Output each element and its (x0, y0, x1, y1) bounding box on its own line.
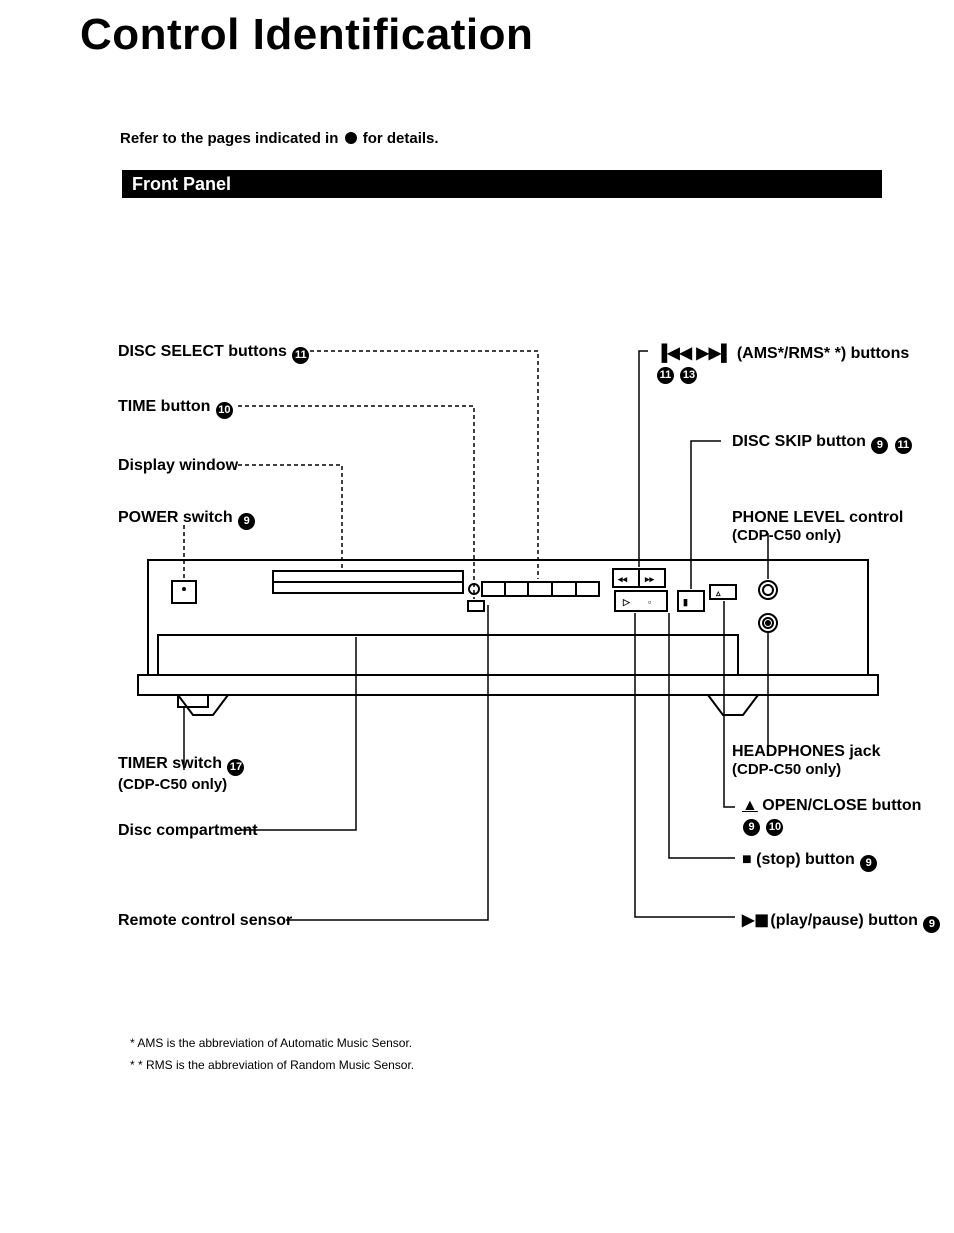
footnote-ams: * AMS is the abbreviation of Automatic M… (130, 1033, 414, 1055)
next-icon: ▶▶▌ (696, 345, 732, 362)
label-play-pause: ▶▮▮ (play/pause) button 9 (742, 910, 941, 933)
section-bar: Front Panel (122, 170, 882, 198)
label-disc-compartment: Disc compartment (118, 822, 258, 840)
label-display: Display window (118, 457, 238, 475)
label-remote-sensor: Remote control sensor (118, 912, 292, 930)
ref-icon: 11 (292, 347, 309, 364)
stop-icon: ■ (742, 851, 752, 868)
ref-icon: 9 (860, 855, 877, 872)
svg-text:▫: ▫ (648, 597, 651, 607)
ref-icon: 9 (871, 437, 888, 454)
label-stop: ■ (stop) button 9 (742, 851, 878, 872)
diagram-svg: ◂◂ ▸▸ ▷ ▫ ▵ ▮ (118, 335, 898, 935)
ref-icon: 9 (743, 819, 760, 836)
ref-icon: 10 (216, 402, 233, 419)
label-power: POWER switch 9 (118, 509, 256, 530)
svg-text:◂◂: ◂◂ (617, 574, 628, 584)
ref-icon: 13 (680, 367, 697, 384)
ref-icon: 9 (238, 513, 255, 530)
label-phone-level: PHONE LEVEL control (CDP-C50 only) (732, 509, 903, 544)
label-headphones: HEADPHONES jack (CDP-C50 only) (732, 743, 881, 778)
footnote-rms: * * RMS is the abbreviation of Random Mu… (130, 1055, 414, 1077)
ref-icon: 17 (227, 759, 244, 776)
intro-text: Refer to the pages indicated in for deta… (120, 130, 439, 147)
ref-icon: 9 (923, 916, 940, 933)
ref-icon: 10 (766, 819, 783, 836)
label-open-close: ▲ OPEN/CLOSE button 9 10 (742, 797, 921, 836)
label-disc-select: DISC SELECT buttons 11 (118, 343, 310, 364)
svg-text:▮: ▮ (683, 597, 688, 607)
svg-text:▵: ▵ (715, 588, 721, 598)
ref-icon: 11 (895, 437, 912, 454)
page: Control Identification Refer to the page… (0, 0, 954, 1233)
label-time: TIME button 10 (118, 398, 234, 419)
intro-post: for details. (359, 130, 439, 147)
eject-icon: ▲ (742, 797, 758, 814)
front-panel-diagram: ◂◂ ▸▸ ▷ ▫ ▵ ▮ DISC SELECT buttons 11 TIME … (118, 335, 898, 935)
bullet-icon (345, 132, 357, 144)
pause-icon: ▮▮ (754, 912, 766, 929)
intro-pre: Refer to the pages indicated in (120, 130, 343, 147)
footnotes: * AMS is the abbreviation of Automatic M… (130, 1033, 414, 1076)
ref-icon: 11 (657, 367, 674, 384)
label-ams: ▐◀◀ ▶▶▌ (AMS*/RMS* *) buttons 11 13 (656, 343, 909, 384)
svg-text:▸▸: ▸▸ (644, 574, 655, 584)
label-disc-skip: DISC SKIP button 9 11 (732, 433, 913, 454)
label-timer: TIMER switch 17 (CDP-C50 only) (118, 755, 245, 793)
svg-text:▷: ▷ (622, 597, 631, 607)
page-title: Control Identification (80, 10, 533, 60)
play-icon: ▶ (742, 912, 754, 929)
section-title: Front Panel (122, 174, 231, 194)
prev-icon: ▐◀◀ (656, 345, 692, 362)
